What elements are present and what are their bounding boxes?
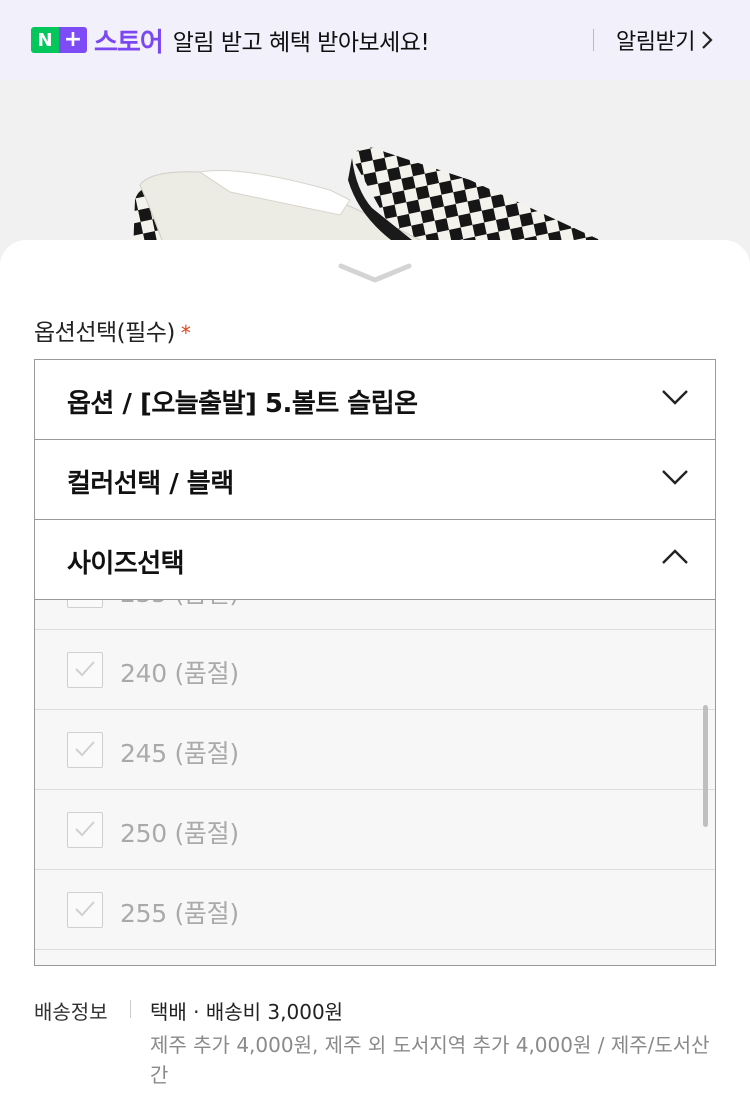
option-dropdown-label: 컬러선택 / 블랙	[67, 469, 234, 499]
option-section-title-text: 옵션선택(필수)	[34, 320, 175, 346]
size-option-label: 235 (품절)	[120, 600, 239, 610]
size-option-label: 240 (품절)	[120, 659, 239, 688]
option-dropdown-color[interactable]: 컬러선택 / 블랙	[35, 440, 715, 520]
checkbox[interactable]	[67, 600, 103, 608]
required-mark: *	[180, 321, 191, 345]
option-dropdown-model[interactable]: 옵션 / [오늘출발] 5.볼트 슬립온	[35, 360, 715, 440]
option-dropdown-size[interactable]: 사이즈선택	[35, 520, 715, 600]
option-selector: 옵션 / [오늘출발] 5.볼트 슬립온 컬러선택 / 블랙 사이즈선택 235…	[34, 359, 716, 966]
shipping-info-label: 배송정보	[34, 1000, 108, 1024]
subscribe-alert-button[interactable]: 알림받기	[616, 24, 713, 56]
size-option-label: 245 (품절)	[120, 739, 239, 768]
checkbox[interactable]	[67, 812, 103, 848]
sheet-collapse-handle-icon[interactable]	[337, 262, 413, 284]
size-option-label: 255 (품절)	[120, 899, 239, 928]
size-option-item[interactable]: 235 (품절)	[35, 600, 715, 630]
check-icon	[75, 901, 95, 917]
naver-plus-store-logo: N + 스토어	[31, 22, 164, 59]
checkbox[interactable]	[67, 892, 103, 928]
size-option-item[interactable]: 240 (품절)	[35, 630, 715, 710]
banner-divider	[593, 29, 594, 51]
option-section-title: 옵션선택(필수) *	[34, 313, 191, 347]
shipping-extra-fee: 제주 추가 4,000원, 제주 외 도서지역 추가 4,000원 / 제주/도…	[150, 1033, 710, 1087]
chevron-down-icon	[662, 390, 688, 405]
shipping-info-divider	[130, 1000, 131, 1018]
notification-banner[interactable]: N + 스토어 알림 받고 혜택 받아보세요! 알림받기	[0, 0, 750, 80]
logo-n: N	[31, 27, 59, 53]
shipping-fee: 택배 · 배송비 3,000원	[150, 1000, 344, 1024]
option-dropdown-label: 옵션 / [오늘출발] 5.볼트 슬립온	[67, 389, 418, 419]
checkbox[interactable]	[67, 652, 103, 688]
check-icon	[75, 821, 95, 837]
chevron-right-icon	[702, 31, 713, 49]
size-options-list[interactable]: 235 (품절) 240 (품절) 245 (품절) 250 (품절)	[35, 600, 715, 965]
option-bottom-sheet: 옵션선택(필수) * 옵션 / [오늘출발] 5.볼트 슬립온 컬러선택 / 블랙…	[0, 240, 750, 1117]
size-option-item[interactable]: 250 (품절)	[35, 790, 715, 870]
list-scrollbar[interactable]	[703, 705, 708, 827]
logo-plus: +	[59, 27, 87, 53]
size-option-item[interactable]: 255 (품절)	[35, 870, 715, 950]
size-option-label: 250 (품절)	[120, 819, 239, 848]
option-dropdown-label: 사이즈선택	[67, 549, 185, 579]
chevron-down-icon	[662, 470, 688, 485]
logo-store-text: 스토어	[94, 27, 164, 58]
subscribe-alert-label: 알림받기	[616, 30, 695, 55]
checkbox[interactable]	[67, 732, 103, 768]
chevron-up-icon	[662, 549, 688, 564]
size-option-item[interactable]: 245 (품절)	[35, 710, 715, 790]
check-icon	[75, 741, 95, 757]
check-icon	[75, 661, 95, 677]
banner-message: 알림 받고 혜택 받아보세요!	[172, 30, 430, 56]
